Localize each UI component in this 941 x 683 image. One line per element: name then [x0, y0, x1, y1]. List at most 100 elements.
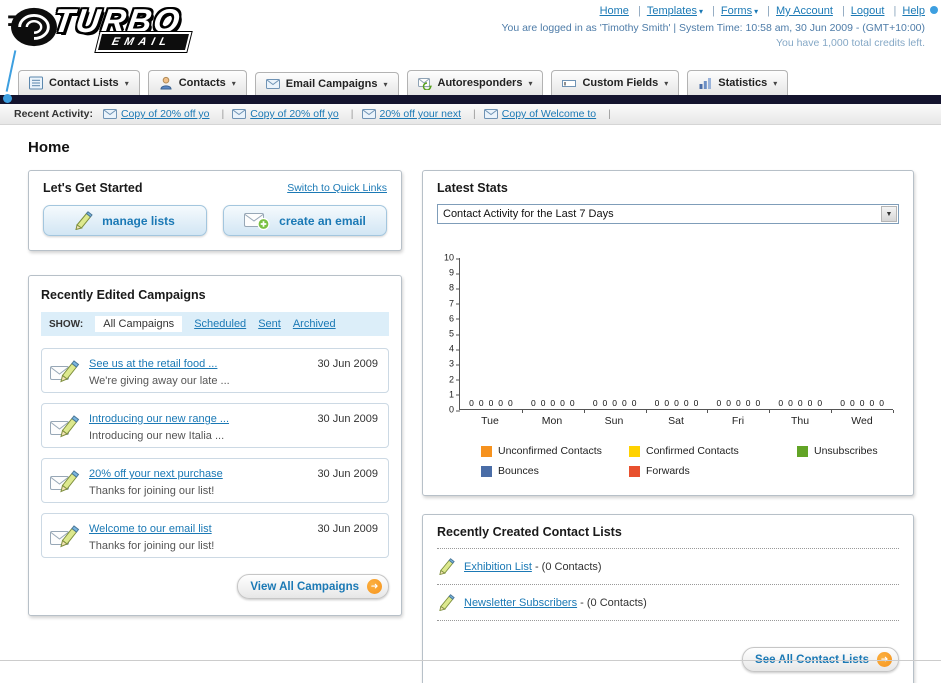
chart-y-axis: 0 1 2 3 4 5 6 7 8 9 10: [443, 252, 461, 415]
statistics-icon: [698, 76, 712, 90]
tab-label: Email Campaigns: [285, 78, 378, 90]
top-link-help[interactable]: Help: [902, 5, 925, 17]
legend-item: Unconfirmed Contacts: [481, 445, 629, 457]
chart-legend: Unconfirmed Contacts Confirmed Contacts …: [437, 445, 899, 477]
get-started-title: Let's Get Started: [43, 181, 143, 195]
login-info: You are logged in as 'Timothy Smith' | S…: [501, 22, 925, 34]
page-bottom-border: [0, 660, 941, 661]
campaign-subtitle: Thanks for joining our list!: [89, 485, 215, 497]
campaign-date: 30 Jun 2009: [317, 358, 378, 370]
main-navigation: Contact Lists Contacts Email Campaigns A…: [0, 64, 941, 95]
recent-activity-item: 20% off your next: [361, 108, 484, 120]
contact-list-item: Newsletter Subscribers - (0 Contacts): [437, 585, 899, 621]
navbar-dark-bar: [0, 95, 941, 104]
legend-swatch-bounces: [481, 465, 492, 477]
legend-swatch-forwards: [629, 465, 640, 477]
stats-period-select[interactable]: Contact Activity for the Last 7 Days: [437, 204, 899, 224]
filter-archived[interactable]: Archived: [293, 318, 336, 330]
view-all-campaigns-button[interactable]: View All Campaigns: [237, 574, 389, 599]
legend-swatch-unconfirmed: [481, 445, 492, 457]
recent-activity-link[interactable]: Copy of 20% off yo: [250, 108, 339, 120]
envelope-pencil-icon: [50, 469, 80, 493]
filter-all-campaigns[interactable]: All Campaigns: [95, 316, 183, 332]
tab-autoresponders[interactable]: Autoresponders: [406, 70, 544, 95]
envelope-icon: [232, 109, 247, 119]
top-link-logout[interactable]: Logout: [851, 5, 885, 17]
legend-item: Forwards: [629, 465, 797, 477]
contact-list-count: - (0 Contacts): [534, 560, 602, 573]
recent-activity-link[interactable]: Copy of Welcome to: [502, 108, 596, 120]
dropdown-arrow-icon: [232, 79, 236, 88]
legend-label: Forwards: [646, 465, 690, 477]
contact-list-link[interactable]: Exhibition List: [464, 561, 532, 573]
tab-label: Custom Fields: [582, 77, 659, 89]
chart-plot-area: 00000000000000000000000000000000000: [459, 258, 894, 413]
campaign-row: 20% off your next purchase Thanks for jo…: [41, 458, 389, 503]
main-content: Home Let's Get Started Switch to Quick L…: [0, 125, 941, 683]
switch-quick-links-link[interactable]: Switch to Quick Links: [287, 182, 387, 194]
corner-dot-decoration: [930, 6, 938, 14]
campaign-row: Welcome to our email list Thanks for joi…: [41, 513, 389, 558]
recent-activity-bar: Recent Activity: Copy of 20% off yo Copy…: [0, 104, 941, 125]
tab-custom-fields[interactable]: Custom Fields: [551, 70, 680, 95]
envelope-plus-icon: [244, 211, 270, 231]
legend-label: Unconfirmed Contacts: [498, 445, 602, 457]
arrow-right-icon: [367, 579, 382, 594]
top-link-my-account[interactable]: My Account: [776, 5, 833, 17]
envelope-pencil-icon: [50, 414, 80, 438]
latest-stats-panel: Latest Stats Contact Activity for the La…: [422, 170, 914, 496]
tab-label: Statistics: [718, 77, 768, 89]
campaign-row: See us at the retail food ... We're givi…: [41, 348, 389, 393]
campaign-link[interactable]: Welcome to our email list: [89, 523, 212, 535]
filter-sent[interactable]: Sent: [258, 318, 281, 330]
campaign-link[interactable]: See us at the retail food ...: [89, 358, 217, 370]
recent-activity-link[interactable]: Copy of 20% off yo: [121, 108, 210, 120]
tab-contact-lists[interactable]: Contact Lists: [18, 70, 140, 95]
envelope-icon: [361, 109, 376, 119]
pencil-icon: [439, 594, 455, 611]
filter-scheduled[interactable]: Scheduled: [194, 318, 246, 330]
custom-fields-icon: [562, 76, 577, 90]
dropdown-arrow-icon: [664, 79, 668, 88]
contact-activity-chart: 0 1 2 3 4 5 6 7 8 9 10 000000000000000000000000000…: [437, 252, 899, 427]
campaign-link[interactable]: Introducing our new range ...: [89, 413, 229, 425]
tab-statistics[interactable]: Statistics: [687, 70, 789, 95]
campaign-subtitle: Thanks for joining our list!: [89, 540, 215, 552]
dropdown-arrow-icon: [528, 79, 532, 88]
tab-contacts[interactable]: Contacts: [147, 70, 247, 95]
campaign-subtitle: We're giving away our late ...: [89, 375, 230, 387]
legend-label: Unsubscribes: [814, 445, 878, 457]
dropdown-arrow-icon: [125, 79, 129, 88]
show-label: SHOW:: [49, 318, 84, 330]
campaign-date: 30 Jun 2009: [317, 468, 378, 480]
manage-lists-button[interactable]: manage lists: [43, 205, 207, 236]
tab-label: Autoresponders: [437, 77, 523, 89]
create-email-button[interactable]: create an email: [223, 205, 387, 236]
view-all-campaigns-label: View All Campaigns: [250, 580, 359, 593]
contact-list-link[interactable]: Newsletter Subscribers: [464, 597, 577, 609]
recent-activity-item: Copy of 20% off yo: [102, 108, 232, 120]
recent-activity-label: Recent Activity:: [14, 108, 93, 120]
campaign-link[interactable]: 20% off your next purchase: [89, 468, 223, 480]
tab-email-campaigns[interactable]: Email Campaigns: [254, 72, 399, 95]
top-link-home[interactable]: Home: [600, 5, 629, 17]
campaign-date: 30 Jun 2009: [317, 413, 378, 425]
campaigns-panel-title: Recently Edited Campaigns: [41, 288, 206, 302]
campaign-date: 30 Jun 2009: [317, 523, 378, 535]
tab-label: Contact Lists: [49, 77, 119, 89]
envelope-icon: [483, 109, 498, 119]
autoresponders-icon: [417, 76, 432, 90]
campaign-subtitle: Introducing our new Italia ...: [89, 430, 225, 442]
contact-list-item: Exhibition List - (0 Contacts): [437, 549, 899, 585]
pencil-icon: [75, 211, 93, 230]
dropdown-arrow-icon: [699, 7, 703, 16]
recent-activity-link[interactable]: 20% off your next: [380, 108, 462, 120]
credits-info: You have 1,000 total credits left.: [775, 37, 925, 49]
pencil-icon: [439, 558, 455, 575]
top-link-forms[interactable]: Forms: [721, 5, 752, 17]
legend-label: Bounces: [498, 465, 539, 477]
legend-swatch-unsubscribes: [797, 445, 808, 457]
dropdown-arrow-icon: [754, 7, 758, 16]
top-link-templates[interactable]: Templates: [647, 5, 697, 17]
contact-lists-panel-title: Recently Created Contact Lists: [437, 525, 899, 549]
